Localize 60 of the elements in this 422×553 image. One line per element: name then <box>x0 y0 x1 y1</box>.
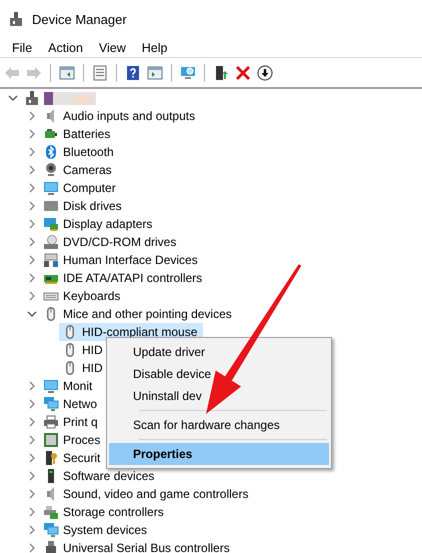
tree-item[interactable]: HID <box>82 361 103 375</box>
monitor-icon <box>43 378 59 394</box>
properties-icon[interactable] <box>92 64 108 80</box>
menu-item[interactable]: Properties <box>109 443 329 465</box>
close-icon[interactable] <box>235 64 251 80</box>
menu-item[interactable]: Scan for hardware changes <box>109 414 329 436</box>
blurred-name <box>44 92 96 104</box>
device-manager-icon <box>8 11 24 27</box>
tree-item[interactable]: Storage controllers <box>63 505 164 519</box>
tree-item[interactable]: Securit <box>63 451 100 465</box>
bluetooth-icon <box>43 144 59 160</box>
display-card-icon <box>43 216 59 232</box>
tree-item[interactable]: Batteries <box>63 127 110 141</box>
disc-drive-icon <box>43 234 59 250</box>
webcam-icon <box>43 162 59 178</box>
menu-item[interactable]: Uninstall dev <box>109 385 329 407</box>
menu-item[interactable]: Help <box>134 40 176 54</box>
tree-item[interactable]: Software devices <box>63 469 154 483</box>
menu-item[interactable]: Action <box>40 40 91 54</box>
monitor-icon <box>43 180 59 196</box>
tree-item[interactable]: Monit <box>63 379 92 393</box>
tree-item[interactable]: Mice and other pointing devices <box>63 307 232 321</box>
keyboard-icon <box>43 252 59 268</box>
tree-item[interactable]: Sound, video and game controllers <box>63 487 248 501</box>
download-icon[interactable] <box>257 64 273 80</box>
tree-item[interactable]: Computer <box>63 181 116 195</box>
update-driver-icon[interactable] <box>213 64 229 80</box>
storage-icon <box>43 504 59 520</box>
usb-icon <box>43 540 59 553</box>
tree-item[interactable]: Display adapters <box>63 217 152 231</box>
tree-item[interactable]: IDE ATA/ATAPI controllers <box>63 271 202 285</box>
computer-icon <box>24 90 40 106</box>
tree-item[interactable]: Print q <box>63 415 98 429</box>
pane-icon[interactable] <box>59 64 75 80</box>
tree-item[interactable]: Audio inputs and outputs <box>63 109 196 123</box>
pane-icon[interactable] <box>147 64 163 80</box>
printer-icon <box>43 414 59 430</box>
menu-item[interactable]: File <box>4 40 40 54</box>
tree-item[interactable]: Universal Serial Bus controllers <box>63 541 230 553</box>
tree-item[interactable]: Human Interface Devices <box>63 253 198 267</box>
tree-item[interactable]: System devices <box>63 523 148 537</box>
help-icon[interactable] <box>125 64 141 80</box>
chip-icon <box>43 432 59 448</box>
tree-item[interactable]: Disk drives <box>63 199 122 213</box>
window-title: Device Manager <box>32 12 127 26</box>
tree-item[interactable]: Netwo <box>63 397 98 411</box>
menu-item[interactable]: Update driver <box>109 341 329 363</box>
tree-item[interactable]: Keyboards <box>63 289 120 303</box>
network-icon <box>43 396 59 412</box>
menu-item[interactable]: View <box>90 40 134 54</box>
key-icon <box>43 450 59 466</box>
tree-item[interactable]: Bluetooth <box>63 145 114 159</box>
tree-item[interactable]: HID <box>82 343 103 357</box>
menu-item[interactable]: Disable device <box>109 363 329 385</box>
tree-item[interactable]: Proces <box>63 433 100 447</box>
drive-icon <box>43 198 59 214</box>
tree-item[interactable]: DVD/CD-ROM drives <box>63 235 176 249</box>
tree-item[interactable]: Cameras <box>63 163 112 177</box>
network-icon <box>43 522 59 538</box>
monitor-search-icon[interactable] <box>180 64 196 80</box>
